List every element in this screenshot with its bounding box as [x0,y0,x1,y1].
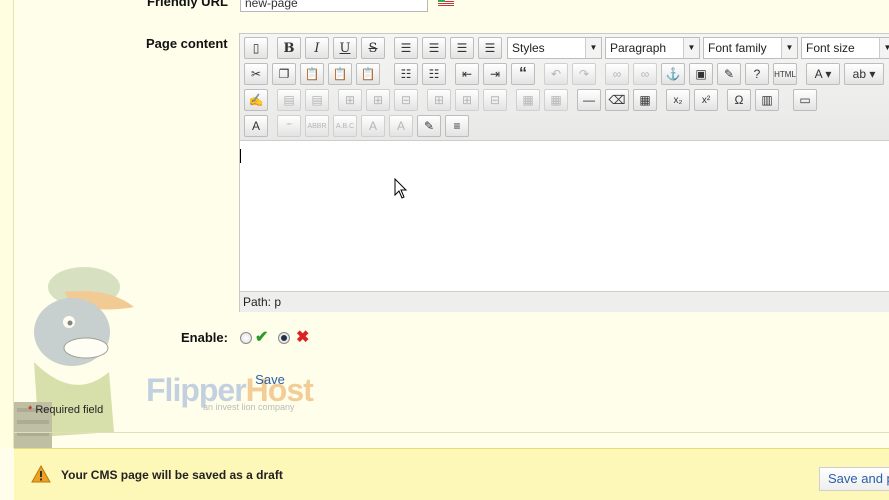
visual-chars-icon[interactable]: ≡ [445,115,469,137]
anchor-icon[interactable]: ⚓ [661,63,685,85]
chevron-down-icon: ▼ [585,38,601,58]
editor-content-area[interactable] [240,140,889,291]
font-family-select-label: Font family [708,41,767,55]
language-flag-icon[interactable] [438,0,454,6]
style-props-icon[interactable]: A [244,115,268,137]
attributes-icon[interactable]: ✎ [417,115,441,137]
required-text: Required field [32,404,104,416]
font-family-select[interactable]: Font family ▼ [703,37,798,59]
save-and-publish-button[interactable]: Save and publish [819,467,889,491]
image-icon[interactable]: ▣ [689,63,713,85]
enable-no-radio[interactable] [278,332,290,344]
align-center-icon[interactable]: ☰ [422,37,446,59]
insert-col-before-icon[interactable]: ⊞ [427,89,451,111]
insert-row-after-icon[interactable]: ⊞ [366,89,390,111]
paragraph-select-label: Paragraph [610,41,667,55]
new-document-icon[interactable]: ▯ [244,37,268,59]
background-color-icon[interactable]: ab ▾ [844,63,884,85]
html-icon[interactable]: HTML [773,63,797,85]
styles-select-label: Styles [512,41,545,55]
delete-row-icon[interactable]: ⊟ [394,89,418,111]
mascot-logo-icon [14,267,134,452]
divider [14,432,889,433]
paste-word-icon[interactable]: 📋 [356,63,380,85]
cross-icon: ✖ [296,329,310,346]
deletion-icon[interactable]: A [361,115,385,137]
media-icon[interactable]: ▥ [755,89,779,111]
superscript-icon[interactable]: x² [694,89,718,111]
editor-toolbar: ▯ B I U S ☰ ☰ ☰ ☰ Styles ▼ Paragraph ▼ Fon… [240,34,889,140]
split-cells-icon[interactable]: ▦ [516,89,540,111]
paste-text-icon[interactable]: 📋 [328,63,352,85]
enable-yes-radio[interactable] [240,332,252,344]
table-row-props-icon[interactable]: ▤ [277,89,301,111]
enable-label: Enable: [181,330,228,345]
blockquote-icon[interactable]: “ [511,63,535,85]
special-character-icon[interactable]: Ω [727,89,751,111]
left-border [0,0,14,448]
italic-icon[interactable]: I [305,37,329,59]
text-color-icon[interactable]: A ▾ [806,63,840,85]
redo-icon[interactable]: ↷ [572,63,596,85]
styles-select[interactable]: Styles ▼ [507,37,602,59]
cms-page-form: Friendly URL new-page Page content ▯ B I… [0,0,889,500]
undo-icon[interactable]: ↶ [544,63,568,85]
paragraph-select[interactable]: Paragraph ▼ [605,37,700,59]
brand-tagline: an invest lion company [203,402,295,412]
page-content-label: Page content [146,36,228,51]
font-size-select[interactable]: Font size ▼ [801,37,889,59]
outdent-icon[interactable]: ⇤ [455,63,479,85]
editor-statusbar: Path: p [240,291,889,312]
friendly-url-label: Friendly URL [147,0,228,9]
cite-icon[interactable]: “” [277,115,301,137]
save-button[interactable]: Save [240,369,300,391]
paste-icon[interactable]: 📋 [300,63,324,85]
acronym-icon[interactable]: A.B.C [333,115,357,137]
rich-text-editor: ▯ B I U S ☰ ☰ ☰ ☰ Styles ▼ Paragraph ▼ Fon… [239,33,889,312]
mouse-cursor-icon [394,178,408,199]
underline-icon[interactable]: U [333,37,357,59]
chevron-down-icon: ▼ [781,38,797,58]
copy-icon[interactable]: ❐ [272,63,296,85]
numbered-list-icon[interactable]: ☷ [422,63,446,85]
friendly-url-input[interactable]: new-page [240,0,428,12]
delete-col-icon[interactable]: ⊟ [483,89,507,111]
checkmark-icon: ✔ [255,329,269,346]
table-cell-props-icon[interactable]: ▤ [305,89,329,111]
align-left-icon[interactable]: ☰ [394,37,418,59]
insert-row-before-icon[interactable]: ⊞ [338,89,362,111]
draft-message: Your CMS page will be saved as a draft [61,468,283,482]
draft-notice-bar: Your CMS page will be saved as a draft S… [14,448,889,500]
required-field-note: * Required field [28,404,103,416]
help-icon[interactable]: ? [745,63,769,85]
link-icon[interactable]: ∞ [605,63,629,85]
edit-css-icon[interactable]: ✍ [244,89,268,111]
insert-col-after-icon[interactable]: ⊞ [455,89,479,111]
align-right-icon[interactable]: ☰ [450,37,474,59]
strikethrough-icon[interactable]: S [361,37,385,59]
chevron-down-icon: ▼ [683,38,699,58]
bullet-list-icon[interactable]: ☷ [394,63,418,85]
table-icon[interactable]: ▦ [633,89,657,111]
subscript-icon[interactable]: x₂ [666,89,690,111]
font-size-select-label: Font size [806,41,855,55]
indent-icon[interactable]: ⇥ [483,63,507,85]
horizontal-rule-icon[interactable]: — [577,89,601,111]
text-caret [240,149,241,163]
remove-format-icon[interactable]: ⌫ [605,89,629,111]
chevron-down-icon: ▼ [879,38,889,58]
warning-icon [31,465,51,483]
cut-icon[interactable]: ✂ [244,63,268,85]
bold-icon[interactable]: B [277,37,301,59]
align-justify-icon[interactable]: ☰ [478,37,502,59]
unlink-icon[interactable]: ∞ [633,63,657,85]
abbreviation-icon[interactable]: ABBR [305,115,329,137]
insertion-icon[interactable]: A [389,115,413,137]
template-icon[interactable]: ▭ [793,89,817,111]
merge-cells-icon[interactable]: ▦ [544,89,568,111]
cleanup-icon[interactable]: ✎ [717,63,741,85]
